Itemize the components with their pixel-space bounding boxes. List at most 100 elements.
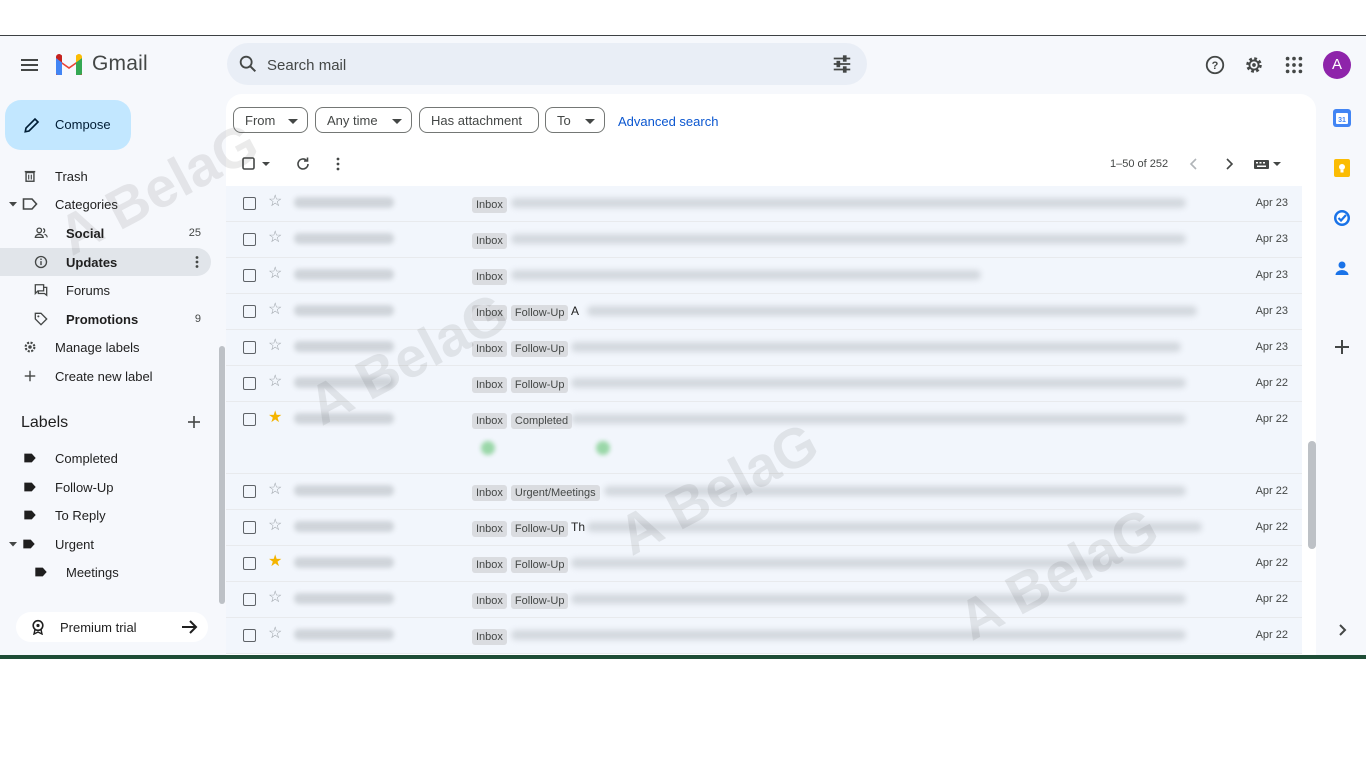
- sidebar-item-forums[interactable]: Forums: [0, 276, 211, 304]
- label-tag[interactable]: Follow-Up: [510, 341, 569, 357]
- row-checkbox[interactable]: [243, 629, 256, 642]
- mail-list-scrollbar[interactable]: [1308, 441, 1316, 549]
- sidebar-item-promotions[interactable]: Promotions 9: [0, 305, 211, 333]
- more-vertical-icon[interactable]: [331, 156, 345, 172]
- star-icon[interactable]: ☆: [268, 230, 282, 246]
- label-tag[interactable]: Completed: [510, 413, 573, 429]
- contacts-icon[interactable]: [1330, 256, 1354, 280]
- sidebar-item-trash[interactable]: Trash: [0, 162, 211, 190]
- search-bar[interactable]: [227, 43, 867, 87]
- filter-chip-any-time[interactable]: Any time: [315, 107, 412, 133]
- star-icon[interactable]: ★: [268, 410, 282, 426]
- label-tag[interactable]: Inbox: [472, 521, 507, 537]
- sidebar-item-categories[interactable]: Categories: [0, 190, 211, 218]
- select-all-checkbox-icon[interactable]: [241, 156, 273, 172]
- label-tag[interactable]: Inbox: [472, 233, 507, 249]
- sidebar-scrollbar[interactable]: [219, 346, 225, 604]
- star-icon[interactable]: ★: [268, 554, 282, 570]
- advanced-search-link[interactable]: Advanced search: [618, 114, 718, 129]
- attachment-chip-redacted[interactable]: [481, 441, 495, 455]
- label-tag[interactable]: Inbox: [472, 593, 507, 609]
- label-tag[interactable]: Inbox: [472, 485, 507, 501]
- sidebar-item-create-label[interactable]: Create new label: [0, 362, 211, 390]
- row-checkbox[interactable]: [243, 341, 256, 354]
- row-checkbox[interactable]: [243, 593, 256, 606]
- label-tag[interactable]: Follow-Up: [510, 305, 569, 321]
- search-icon[interactable]: [237, 53, 259, 75]
- label-item-completed[interactable]: Completed: [0, 444, 211, 472]
- message-row[interactable]: ☆ Inbox Apr 23: [226, 222, 1302, 258]
- message-row[interactable]: ☆ Inbox Apr 23: [226, 186, 1302, 222]
- compose-button[interactable]: Compose: [5, 100, 131, 150]
- message-row[interactable]: ☆ Inbox Follow-Up Th Apr 22: [226, 510, 1302, 546]
- main-menu-button[interactable]: [18, 54, 42, 76]
- search-input[interactable]: [265, 43, 809, 87]
- label-item-urgent[interactable]: Urgent: [0, 530, 211, 558]
- star-icon[interactable]: ☆: [268, 518, 282, 534]
- label-tag[interactable]: Follow-Up: [510, 377, 569, 393]
- message-row[interactable]: ☆ Inbox Apr 22: [226, 618, 1302, 654]
- label-item-to-reply[interactable]: To Reply: [0, 501, 211, 529]
- row-checkbox[interactable]: [243, 485, 256, 498]
- row-checkbox[interactable]: [243, 233, 256, 246]
- calendar-icon[interactable]: 31: [1330, 106, 1354, 130]
- label-tag[interactable]: Follow-Up: [510, 557, 569, 573]
- message-row[interactable]: ☆ Inbox Follow-Up Apr 23: [226, 330, 1302, 366]
- star-icon[interactable]: ☆: [268, 590, 282, 606]
- star-icon[interactable]: ☆: [268, 626, 282, 642]
- chevron-left-icon[interactable]: [1186, 156, 1202, 172]
- gmail-logo[interactable]: Gmail: [54, 52, 148, 76]
- caret-down-icon[interactable]: [8, 537, 18, 551]
- message-row[interactable]: ★ Inbox Completed Apr 22: [226, 402, 1302, 474]
- row-checkbox[interactable]: [243, 305, 256, 318]
- keep-notes-icon[interactable]: [1330, 156, 1354, 180]
- row-checkbox[interactable]: [243, 521, 256, 534]
- refresh-icon[interactable]: [295, 156, 311, 172]
- sidebar-item-updates[interactable]: Updates: [0, 248, 211, 276]
- filter-chip-has-attachment[interactable]: Has attachment: [419, 107, 539, 133]
- label-tag[interactable]: Follow-Up: [510, 593, 569, 609]
- filter-chip-to[interactable]: To: [545, 107, 605, 133]
- message-row[interactable]: ☆ Inbox Follow-Up Apr 22: [226, 582, 1302, 618]
- row-checkbox[interactable]: [243, 377, 256, 390]
- message-row[interactable]: ☆ Inbox Urgent/Meetings Apr 22: [226, 474, 1302, 510]
- label-tag[interactable]: Inbox: [472, 377, 507, 393]
- caret-down-icon[interactable]: [8, 197, 18, 211]
- more-vertical-icon[interactable]: [190, 255, 204, 269]
- star-icon[interactable]: ☆: [268, 338, 282, 354]
- tasks-icon[interactable]: [1330, 206, 1354, 230]
- label-tag[interactable]: Inbox: [472, 269, 507, 285]
- attachment-chip-redacted[interactable]: [596, 441, 610, 455]
- sidebar-item-manage-labels[interactable]: Manage labels: [0, 333, 211, 361]
- row-checkbox[interactable]: [243, 197, 256, 210]
- add-label-button[interactable]: [187, 415, 201, 431]
- message-row[interactable]: ☆ Inbox Follow-Up A Apr 23: [226, 294, 1302, 330]
- apps-grid-icon[interactable]: [1283, 54, 1305, 76]
- label-tag[interactable]: Follow-Up: [510, 521, 569, 537]
- star-icon[interactable]: ☆: [268, 482, 282, 498]
- help-icon[interactable]: ?: [1204, 54, 1226, 76]
- label-item-meetings[interactable]: Meetings: [0, 558, 211, 586]
- add-addon-plus-icon[interactable]: [1330, 335, 1354, 359]
- row-checkbox[interactable]: [243, 269, 256, 282]
- message-row[interactable]: ☆ Inbox Follow-Up Apr 22: [226, 366, 1302, 402]
- label-tag[interactable]: Urgent/Meetings: [510, 485, 600, 501]
- star-icon[interactable]: ☆: [268, 194, 282, 210]
- label-tag[interactable]: Inbox: [472, 557, 507, 573]
- label-tag[interactable]: Inbox: [472, 305, 507, 321]
- filter-chip-from[interactable]: From: [233, 107, 308, 133]
- settings-gear-icon[interactable]: [1243, 54, 1265, 76]
- message-row[interactable]: ☆ Inbox Apr 23: [226, 258, 1302, 294]
- star-icon[interactable]: ☆: [268, 302, 282, 318]
- chevron-right-icon[interactable]: [1221, 156, 1237, 172]
- label-item-follow-up[interactable]: Follow-Up: [0, 473, 211, 501]
- label-tag[interactable]: Inbox: [472, 197, 507, 213]
- row-checkbox[interactable]: [243, 557, 256, 570]
- label-tag[interactable]: Inbox: [472, 629, 507, 645]
- search-options-icon[interactable]: [831, 53, 853, 75]
- star-icon[interactable]: ☆: [268, 266, 282, 282]
- account-avatar[interactable]: A: [1323, 51, 1351, 79]
- sidebar-item-social[interactable]: Social 25: [0, 219, 211, 247]
- star-icon[interactable]: ☆: [268, 374, 282, 390]
- label-tag[interactable]: Inbox: [472, 341, 507, 357]
